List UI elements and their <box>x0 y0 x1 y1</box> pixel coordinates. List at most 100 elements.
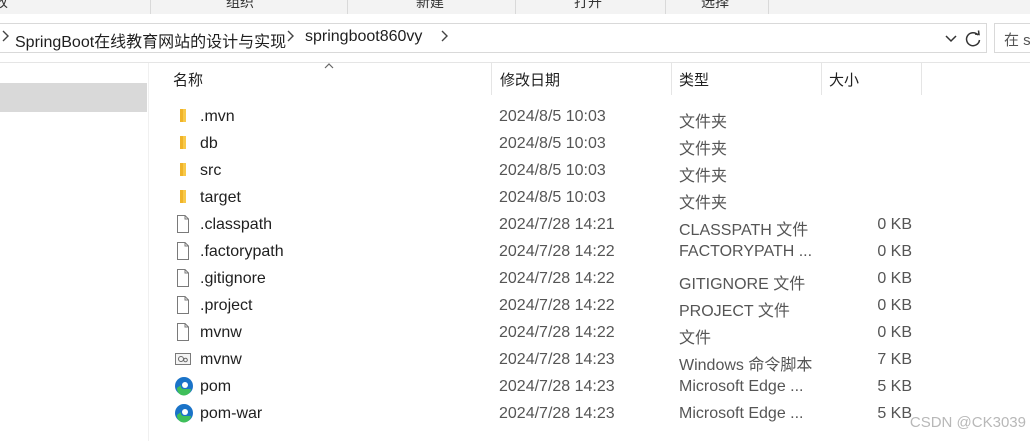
file-type: 文件夹 <box>679 168 728 185</box>
folder-icon <box>175 161 191 179</box>
file-date: 2024/7/28 14:23 <box>499 405 615 422</box>
file-name: mvnw <box>200 324 242 341</box>
file-row[interactable]: pom 2024/7/28 14:23 Microsoft Edge ... 5… <box>149 373 1030 400</box>
file-name: src <box>200 162 222 179</box>
file-name: mvnw <box>200 351 242 368</box>
file-date: 2024/7/28 14:23 <box>499 378 615 395</box>
file-name: .gitignore <box>200 270 266 287</box>
file-icon <box>175 242 191 260</box>
column-header-type[interactable]: 类型 <box>679 69 709 90</box>
watermark: CSDN @CK3039 <box>909 414 1026 431</box>
file-date: 2024/8/5 10:03 <box>499 135 606 152</box>
folder-icon <box>175 134 191 152</box>
file-type: 文件夹 <box>679 141 728 158</box>
file-name: target <box>200 189 241 206</box>
file-icon <box>175 269 191 287</box>
column-divider[interactable] <box>921 63 922 95</box>
column-header-size[interactable]: 大小 <box>829 69 859 90</box>
breadcrumb-item-folder[interactable]: springboot860vy <box>305 28 422 46</box>
file-date: 2024/8/5 10:03 <box>499 162 606 179</box>
chevron-down-icon[interactable] <box>943 31 959 47</box>
file-name: pom-war <box>200 405 263 422</box>
file-name: .factorypath <box>200 243 284 260</box>
nav-selected-item[interactable] <box>0 83 147 112</box>
file-list: .mvn 2024/8/5 10:03 文件夹 db 2024/8/5 10:0… <box>149 103 1030 427</box>
file-size: 0 KB <box>877 324 912 341</box>
breadcrumb-chevron-icon[interactable] <box>440 29 450 46</box>
file-size: 5 KB <box>877 378 912 395</box>
ribbon-group-label: 改 <box>0 0 8 10</box>
file-name: .classpath <box>200 216 273 233</box>
column-divider[interactable] <box>671 63 672 95</box>
file-date: 2024/7/28 14:22 <box>499 270 615 287</box>
file-type: 文件夹 <box>679 114 728 131</box>
file-date: 2024/8/5 10:03 <box>499 189 606 206</box>
column-header: 名称 修改日期 类型 大小 <box>149 63 1030 95</box>
file-date: 2024/7/28 14:22 <box>499 324 615 341</box>
sort-up-icon <box>323 58 335 76</box>
search-input[interactable]: 在 s <box>994 23 1030 53</box>
file-size: 0 KB <box>877 297 912 314</box>
navigation-pane <box>0 63 148 441</box>
file-size: 0 KB <box>877 216 912 233</box>
ribbon-group-new: 新建 <box>416 0 444 10</box>
ribbon-group-organize: 组织 <box>226 0 254 10</box>
ribbon-divider <box>347 0 348 14</box>
file-name: .project <box>200 297 253 314</box>
file-row[interactable]: target 2024/8/5 10:03 文件夹 <box>149 184 1030 212</box>
script-icon <box>175 350 191 368</box>
file-icon <box>175 215 191 233</box>
file-row[interactable]: .factorypath 2024/7/28 14:22 FACTORYPATH… <box>149 238 1030 265</box>
refresh-icon[interactable] <box>962 28 984 50</box>
file-icon <box>175 323 191 341</box>
file-date: 2024/8/5 10:03 <box>499 108 606 125</box>
file-row[interactable]: .project 2024/7/28 14:22 PROJECT 文件 0 KB <box>149 292 1030 320</box>
column-divider[interactable] <box>491 63 492 95</box>
breadcrumb-item-project[interactable]: SpringBoot在线教育网站的设计与实现 <box>15 28 286 52</box>
breadcrumb-chevron-icon[interactable] <box>1 29 11 46</box>
file-date: 2024/7/28 14:23 <box>499 351 615 368</box>
ribbon-divider <box>665 0 666 14</box>
address-bar-row: SpringBoot在线教育网站的设计与实现 springboot860vy 在… <box>0 14 1030 63</box>
folder-icon <box>175 188 191 206</box>
file-row[interactable]: .gitignore 2024/7/28 14:22 GITIGNORE 文件 … <box>149 265 1030 293</box>
file-type: PROJECT 文件 <box>679 303 790 320</box>
file-date: 2024/7/28 14:21 <box>499 216 615 233</box>
file-type: 文件夹 <box>679 195 728 212</box>
file-name: db <box>200 135 218 152</box>
file-date: 2024/7/28 14:22 <box>499 243 615 260</box>
address-bar[interactable]: SpringBoot在线教育网站的设计与实现 springboot860vy <box>0 23 987 53</box>
file-type: Microsoft Edge ... <box>679 405 804 422</box>
file-type: FACTORYPATH ... <box>679 243 813 260</box>
column-header-name[interactable]: 名称 <box>173 69 203 90</box>
column-divider[interactable] <box>821 63 822 95</box>
file-size: 7 KB <box>877 351 912 368</box>
file-type: Windows 命令脚本 <box>679 357 813 374</box>
ribbon: 改 组织 新建 打开 选择 <box>0 0 1030 14</box>
ribbon-group-select: 选择 <box>701 0 729 10</box>
ribbon-divider <box>768 0 769 14</box>
file-icon <box>175 296 191 314</box>
breadcrumb-chevron-icon[interactable] <box>286 29 296 46</box>
file-row[interactable]: db 2024/8/5 10:03 文件夹 <box>149 130 1030 158</box>
file-row[interactable]: pom-war 2024/7/28 14:23 Microsoft Edge .… <box>149 400 1030 427</box>
file-type: Microsoft Edge ... <box>679 378 804 395</box>
file-name: .mvn <box>200 108 235 125</box>
file-row[interactable]: .mvn 2024/8/5 10:03 文件夹 <box>149 103 1030 131</box>
file-row[interactable]: mvnw 2024/7/28 14:23 Windows 命令脚本 7 KB <box>149 346 1030 374</box>
file-type: CLASSPATH 文件 <box>679 222 809 239</box>
file-size: 0 KB <box>877 270 912 287</box>
edge-icon <box>174 403 194 423</box>
file-row[interactable]: src 2024/8/5 10:03 文件夹 <box>149 157 1030 185</box>
file-type: GITIGNORE 文件 <box>679 276 806 293</box>
ribbon-group-open: 打开 <box>574 0 602 10</box>
ribbon-divider <box>150 0 151 14</box>
edge-icon <box>174 376 194 396</box>
column-header-date[interactable]: 修改日期 <box>500 69 560 90</box>
file-size: 5 KB <box>877 405 912 422</box>
file-row[interactable]: mvnw 2024/7/28 14:22 文件 0 KB <box>149 319 1030 347</box>
file-row[interactable]: .classpath 2024/7/28 14:21 CLASSPATH 文件 … <box>149 211 1030 239</box>
file-date: 2024/7/28 14:22 <box>499 297 615 314</box>
ribbon-divider <box>515 0 516 14</box>
file-name: pom <box>200 378 232 395</box>
